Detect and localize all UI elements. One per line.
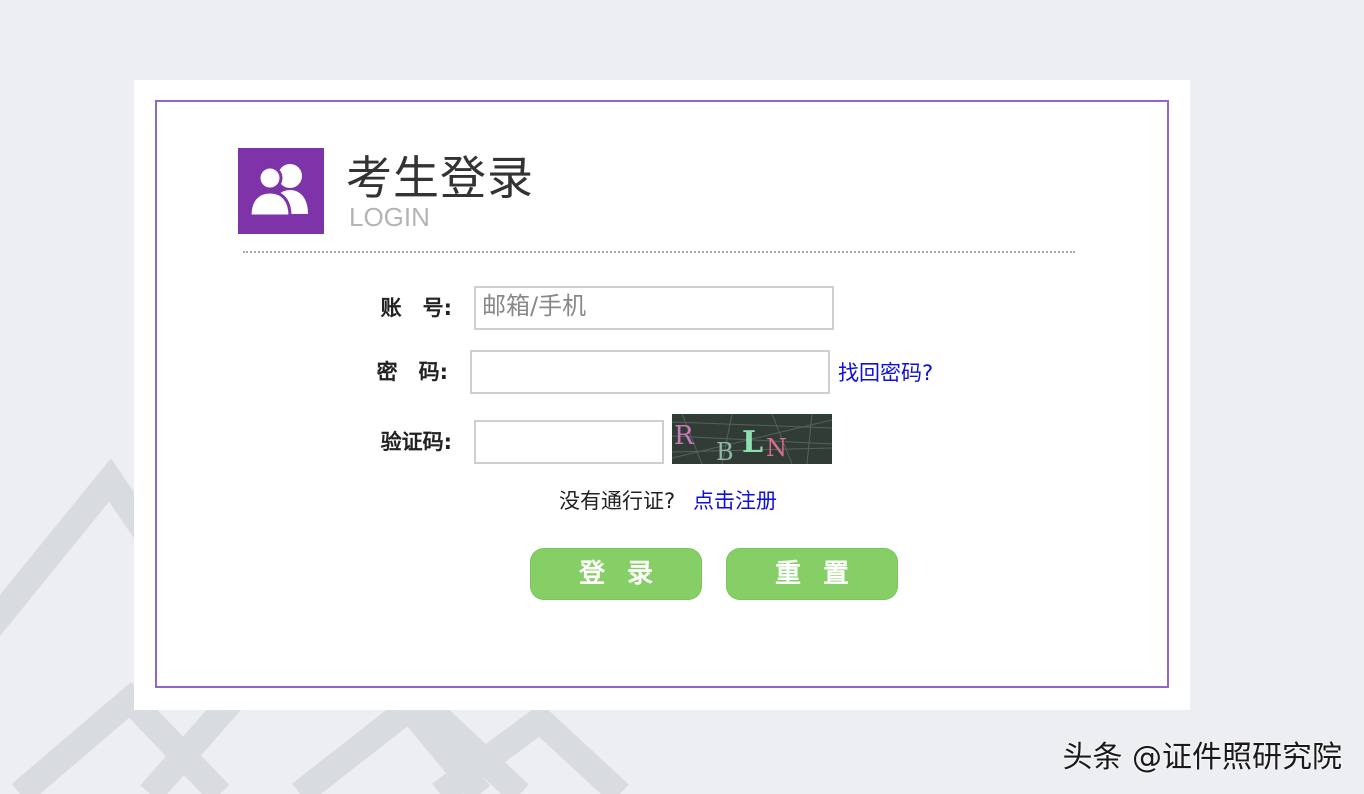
account-placeholder: 邮箱/手机 xyxy=(482,292,587,320)
account-input[interactable]: 邮箱/手机 xyxy=(474,286,834,330)
login-card: 考生登录 LOGIN 账 号: 邮箱/手机 密 码: 找回密码? 验证码: R … xyxy=(134,80,1190,710)
no-pass-text: 没有通行证? xyxy=(559,489,676,513)
reset-button[interactable]: 重置 xyxy=(726,548,898,600)
password-input[interactable] xyxy=(470,350,830,394)
captcha-noise: R B L N xyxy=(671,413,833,466)
svg-text:R: R xyxy=(674,421,695,451)
password-label: 密 码: xyxy=(376,360,448,384)
register-link[interactable]: 点击注册 xyxy=(693,486,777,516)
login-button[interactable]: 登录 xyxy=(530,548,702,600)
forgot-password-link[interactable]: 找回密码? xyxy=(838,358,933,388)
reset-button-label: 重置 xyxy=(774,559,871,589)
captcha-image[interactable]: R B L N xyxy=(671,413,833,466)
page-title: 考生登录 xyxy=(346,151,534,205)
watermark: 头条 @证件照研究院 xyxy=(1062,740,1342,775)
svg-text:N: N xyxy=(766,434,787,462)
dotted-divider xyxy=(243,251,1075,253)
account-label: 账 号: xyxy=(380,296,452,320)
svg-text:L: L xyxy=(742,425,763,460)
logo-box xyxy=(238,148,324,234)
svg-text:B: B xyxy=(716,438,734,464)
login-button-label: 登录 xyxy=(578,559,675,589)
captcha-input[interactable] xyxy=(474,420,664,464)
users-icon xyxy=(248,164,308,218)
captcha-label: 验证码: xyxy=(380,430,452,454)
page-subtitle: LOGIN xyxy=(349,202,430,232)
